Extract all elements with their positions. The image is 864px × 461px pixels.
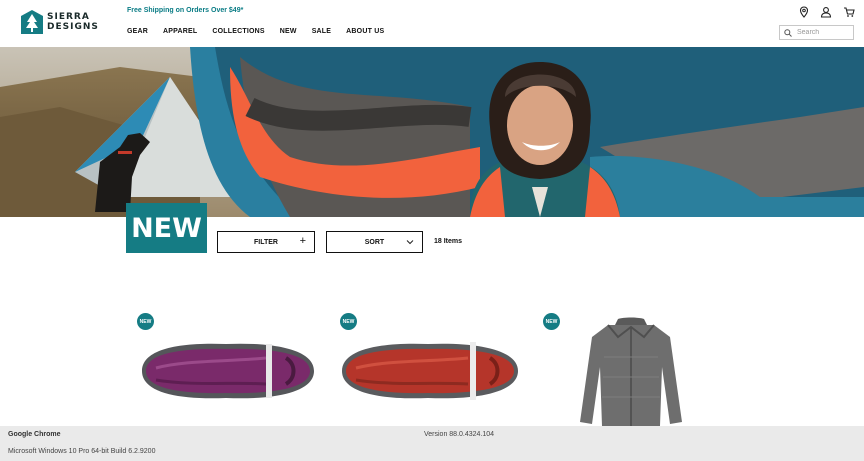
item-count: 18 Items xyxy=(434,238,463,245)
brand-line-1: SIERRA xyxy=(47,12,90,22)
browser-name: Google Chrome xyxy=(8,431,61,438)
nav-item-collections[interactable]: COLLECTIONS xyxy=(212,28,264,35)
nav-item-apparel[interactable]: APPAREL xyxy=(163,28,197,35)
site-header: SIERRA DESIGNS Free Shipping on Orders O… xyxy=(0,0,864,47)
tree-logo-icon xyxy=(21,10,43,34)
new-badge: NEW xyxy=(543,313,560,330)
brand-logo[interactable]: SIERRA DESIGNS xyxy=(21,10,99,34)
brand-line-2: DESIGNS xyxy=(47,22,99,32)
page: SIERRA DESIGNS Free Shipping on Orders O… xyxy=(0,0,864,461)
nav-item-sale[interactable]: SALE xyxy=(312,28,331,35)
location-pin-icon[interactable] xyxy=(798,6,810,18)
main-nav: GEAR APPAREL COLLECTIONS NEW SALE ABOUT … xyxy=(127,28,399,35)
nav-item-about-us[interactable]: ABOUT US xyxy=(346,28,384,35)
new-badge: NEW xyxy=(340,313,357,330)
promo-banner-link[interactable]: Free Shipping on Orders Over $49* xyxy=(127,7,243,14)
filter-button[interactable]: FILTER + xyxy=(217,231,315,253)
browser-version: Version 88.0.4324.104 xyxy=(424,431,495,438)
search-icon[interactable] xyxy=(784,28,792,37)
product-image-sleeping-bag-red[interactable] xyxy=(338,338,522,404)
os-info: Microsoft Windows 10 Pro 64-bit Build 6.… xyxy=(8,448,156,455)
sort-dropdown[interactable]: SORT xyxy=(326,231,423,253)
search-box[interactable] xyxy=(779,25,854,40)
product-image-jacket-gray[interactable] xyxy=(578,317,684,426)
chevron-down-icon xyxy=(406,240,414,245)
cart-icon[interactable] xyxy=(843,6,855,18)
page-title: NEW xyxy=(126,203,207,253)
new-badge: NEW xyxy=(137,313,154,330)
nav-item-gear[interactable]: GEAR xyxy=(127,28,148,35)
account-icon[interactable] xyxy=(820,6,832,18)
search-input[interactable] xyxy=(797,29,852,36)
hero-image xyxy=(0,47,864,217)
product-image-sleeping-bag-purple[interactable] xyxy=(136,338,320,404)
browser-info-bar: Google Chrome Version 88.0.4324.104 Micr… xyxy=(0,426,864,461)
plus-icon: + xyxy=(299,235,306,247)
brand-wordmark: SIERRA DESIGNS xyxy=(47,12,99,32)
nav-item-new[interactable]: NEW xyxy=(280,28,297,35)
